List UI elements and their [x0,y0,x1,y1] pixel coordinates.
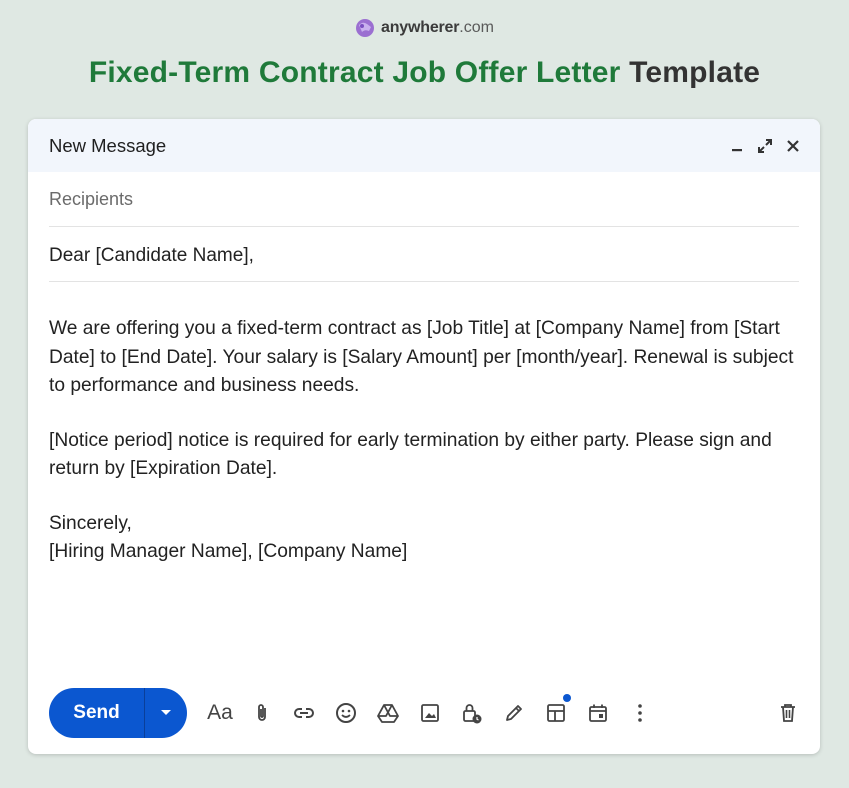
page-title: Fixed-Term Contract Job Offer Letter Tem… [0,56,849,90]
emoji-icon [336,703,356,723]
send-options-button[interactable] [145,688,187,738]
close-button[interactable] [784,137,802,155]
insert-emoji-button[interactable] [325,692,367,734]
lock-clock-icon [463,704,482,724]
fullscreen-button[interactable] [756,137,774,155]
confidential-mode-button[interactable] [451,692,493,734]
attach-file-button[interactable] [241,692,283,734]
window-controls [728,137,802,155]
insert-signature-button[interactable] [493,692,535,734]
body-paragraph: [Notice period] notice is required for e… [49,429,772,480]
minimize-icon [732,148,742,151]
globe-logo-icon [356,19,375,37]
subject-field[interactable]: Dear [Candidate Name], [49,227,799,282]
message-body[interactable]: We are offering you a fixed-term contrac… [49,315,809,567]
more-options-button[interactable] [619,692,661,734]
notification-dot [563,694,571,702]
image-icon [421,704,439,722]
formatting-tools: Aa [199,692,661,734]
brand-domain: .com [459,19,494,36]
link-icon [294,708,314,718]
insert-drive-button[interactable] [367,692,409,734]
compose-window: New Message Recipients Dear [Candidate N… [28,119,820,754]
layouts-button[interactable] [535,692,577,734]
insert-link-button[interactable] [283,692,325,734]
pen-icon [506,705,522,721]
recipients-field[interactable]: Recipients [49,172,799,227]
insert-photo-button[interactable] [409,692,451,734]
paperclip-icon [258,704,266,721]
compose-toolbar: Send Aa [49,688,799,738]
compose-title: New Message [49,134,167,156]
more-vertical-icon [638,704,642,722]
text-format-icon: Aa [207,701,233,724]
brand-name: anywherer [381,19,460,36]
body-paragraph: We are offering you a fixed-term contrac… [49,318,794,396]
closing-line: Sincerely, [49,512,132,534]
discard-draft-button[interactable] [767,692,809,734]
minimize-button[interactable] [728,137,746,155]
trash-icon [781,704,795,722]
compose-titlebar: New Message [28,119,820,172]
layout-icon [547,704,565,722]
formatting-options-button[interactable]: Aa [199,692,241,734]
drive-icon [377,704,399,723]
send-button-group: Send [49,688,187,738]
page-background: anywherer.com Fixed-Term Contract Job Of… [0,0,849,788]
brand-logo: anywherer.com [0,18,849,38]
caret-down-icon [161,710,171,715]
page-title-suffix: Template [629,56,761,89]
send-button[interactable]: Send [49,688,144,738]
schedule-event-button[interactable] [577,692,619,734]
calendar-icon [589,704,607,722]
signature-line: [Hiring Manager Name], [Company Name] [49,541,408,562]
page-title-highlight: Fixed-Term Contract Job Offer Letter [88,56,621,89]
expand-icon [758,138,772,153]
close-icon [787,139,799,152]
